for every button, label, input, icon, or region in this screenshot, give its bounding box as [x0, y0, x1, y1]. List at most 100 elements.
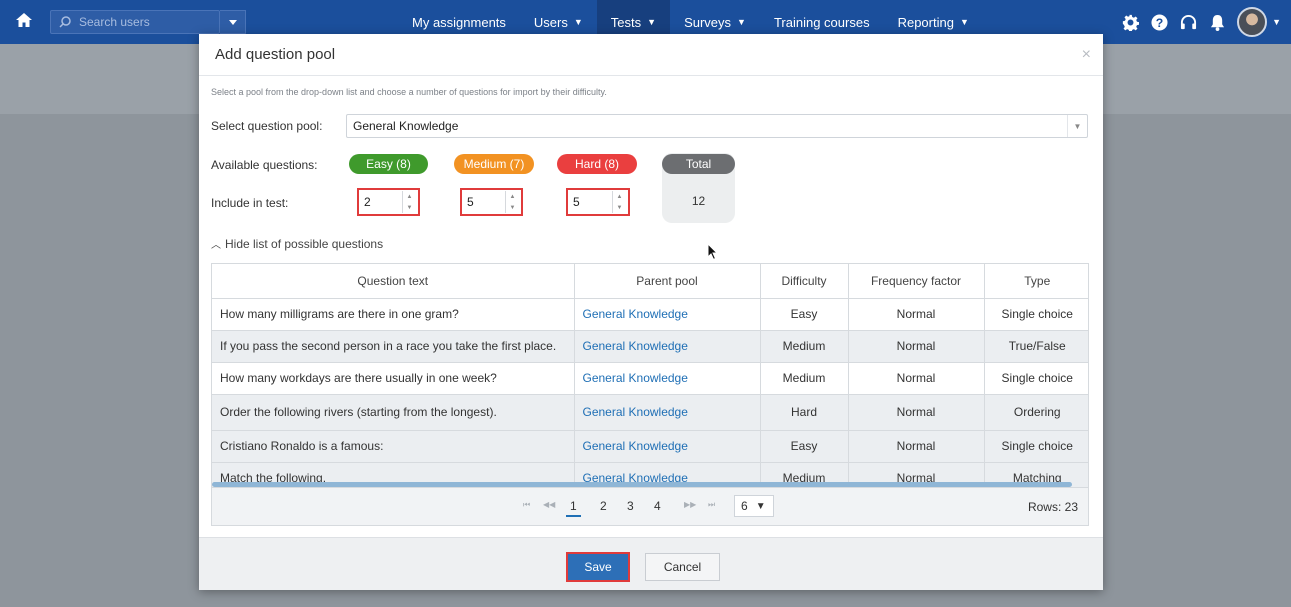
stepper-buttons: ▲ ▼ [612, 191, 626, 213]
dialog-footer: Save Cancel [199, 537, 1103, 590]
help-icon[interactable]: ? [1150, 13, 1168, 31]
cell-frequency: Normal [848, 430, 985, 463]
search-input[interactable]: Search users [50, 10, 220, 34]
last-page-icon[interactable]: ⏭ [708, 500, 715, 510]
page-size-select[interactable]: 6 ▼ [734, 495, 774, 517]
caret-down-icon: ▼ [573, 17, 583, 27]
header-difficulty[interactable]: Difficulty [760, 264, 849, 299]
cell-question: How many workdays are there usually in o… [212, 362, 575, 395]
hard-count-value[interactable]: 5 [568, 195, 612, 209]
cell-parent-pool-link[interactable]: General Knowledge [574, 362, 761, 395]
chevron-down-icon [228, 19, 237, 25]
header-parent-pool[interactable]: Parent pool [574, 264, 761, 299]
search-icon [59, 16, 71, 28]
cell-frequency: Normal [848, 362, 985, 395]
hard-count-stepper[interactable]: 5 ▲ ▼ [566, 188, 630, 216]
include-in-test-label: Include in test: [211, 196, 289, 210]
medium-count-value[interactable]: 5 [462, 195, 505, 209]
avatar[interactable] [1237, 7, 1268, 37]
stepper-down-icon[interactable]: ▼ [613, 202, 626, 213]
mouse-cursor-icon [707, 243, 719, 261]
header-frequency-factor[interactable]: Frequency factor [848, 264, 985, 299]
header-question-text[interactable]: Question text [212, 264, 575, 299]
easy-badge: Easy (8) [349, 154, 428, 174]
stepper-buttons: ▲ ▼ [402, 191, 416, 213]
questions-table: Question text Parent pool Difficulty Fre… [211, 263, 1089, 526]
stepper-down-icon[interactable]: ▼ [506, 202, 519, 213]
caret-down-icon: ▼ [737, 17, 746, 27]
cell-frequency: Normal [848, 394, 985, 431]
table-row[interactable]: Order the following rivers (starting fro… [212, 394, 1088, 431]
question-pool-select[interactable]: General Knowledge ▼ [346, 114, 1088, 138]
stepper-down-icon[interactable]: ▼ [403, 202, 416, 213]
nav-label: Users [533, 14, 568, 30]
svg-text:?: ? [1155, 15, 1163, 29]
page-2[interactable]: 2 [600, 499, 607, 513]
nav-label: Reporting [897, 14, 954, 30]
nav-label: Training courses [773, 14, 870, 30]
next-page-icon[interactable]: ▶▶ [684, 500, 696, 509]
dialog-title: Add question pool [215, 46, 336, 63]
cell-frequency: Normal [848, 330, 985, 363]
cell-parent-pool-link[interactable]: General Knowledge [574, 394, 761, 431]
save-button[interactable]: Save [566, 552, 630, 582]
gear-icon[interactable] [1121, 13, 1139, 31]
hide-questions-toggle[interactable]: ︿ Hide list of possible questions [211, 236, 383, 251]
header-type[interactable]: Type [984, 264, 1088, 299]
cell-difficulty: Easy [760, 298, 849, 331]
cell-type: Single choice [984, 362, 1088, 395]
cell-question: Cristiano Ronaldo is a famous: [212, 430, 575, 463]
table-row[interactable]: Cristiano Ronaldo is a famous: General K… [212, 430, 1088, 463]
cell-difficulty: Easy [760, 430, 849, 463]
close-icon[interactable]: × [1082, 46, 1091, 64]
table-row[interactable]: If you pass the second person in a race … [212, 330, 1088, 363]
cell-question: If you pass the second person in a race … [212, 330, 575, 363]
cell-type: Ordering [984, 394, 1088, 431]
chevron-down-icon: ▼ [755, 500, 766, 512]
cell-type: Single choice [984, 430, 1088, 463]
headset-icon[interactable] [1179, 13, 1197, 31]
search-dropdown-button[interactable] [220, 10, 246, 34]
stepper-up-icon[interactable]: ▲ [506, 191, 519, 202]
stepper-buttons: ▲ ▼ [505, 191, 519, 213]
table-row[interactable]: How many milligrams are there in one gra… [212, 298, 1088, 331]
cancel-button[interactable]: Cancel [645, 553, 720, 581]
cell-difficulty: Medium [760, 362, 849, 395]
search-placeholder: Search users [79, 15, 150, 29]
bell-icon[interactable] [1208, 13, 1226, 31]
stepper-up-icon[interactable]: ▲ [403, 191, 416, 202]
page-4[interactable]: 4 [654, 499, 661, 513]
table-header-row: Question text Parent pool Difficulty Fre… [212, 264, 1088, 299]
table-row[interactable]: How many workdays are there usually in o… [212, 362, 1088, 395]
caret-down-icon[interactable]: ▼ [1272, 17, 1281, 27]
nav-label: Tests [610, 14, 642, 30]
page-1[interactable]: 1 [566, 499, 581, 517]
cell-question: How many milligrams are there in one gra… [212, 298, 575, 331]
home-icon[interactable] [14, 10, 34, 30]
first-page-icon[interactable]: ⏮ [523, 500, 530, 510]
caret-down-icon: ▼ [959, 17, 969, 27]
cell-parent-pool-link[interactable]: General Knowledge [574, 330, 761, 363]
cell-difficulty: Hard [760, 394, 849, 431]
add-question-pool-dialog: Add question pool × Select a pool from t… [199, 34, 1103, 590]
top-icons: ? ▼ [1121, 0, 1281, 44]
easy-count-stepper[interactable]: 2 ▲ ▼ [357, 188, 420, 216]
available-questions-label: Available questions: [211, 158, 318, 172]
table-pager: ⏮ ◀◀ 1 2 3 4 ▶▶ ⏭ 6 ▼ Rows: 23 [212, 487, 1088, 525]
cell-parent-pool-link[interactable]: General Knowledge [574, 430, 761, 463]
medium-count-stepper[interactable]: 5 ▲ ▼ [460, 188, 523, 216]
cell-frequency: Normal [848, 298, 985, 331]
dialog-header: Add question pool × [199, 34, 1103, 76]
nav-label: My assignments [412, 14, 506, 30]
page-3[interactable]: 3 [627, 499, 634, 513]
easy-count-value[interactable]: 2 [359, 195, 402, 209]
toggle-label: Hide list of possible questions [225, 237, 384, 251]
cell-parent-pool-link[interactable]: General Knowledge [574, 298, 761, 331]
cell-type: True/False [984, 330, 1088, 363]
rows-count: Rows: 23 [1027, 500, 1078, 514]
caret-down-icon: ▼ [647, 17, 657, 27]
prev-page-icon[interactable]: ◀◀ [543, 500, 555, 509]
cell-question: Order the following rivers (starting fro… [212, 394, 575, 431]
chevron-down-icon[interactable]: ▼ [1067, 115, 1087, 137]
stepper-up-icon[interactable]: ▲ [613, 191, 626, 202]
